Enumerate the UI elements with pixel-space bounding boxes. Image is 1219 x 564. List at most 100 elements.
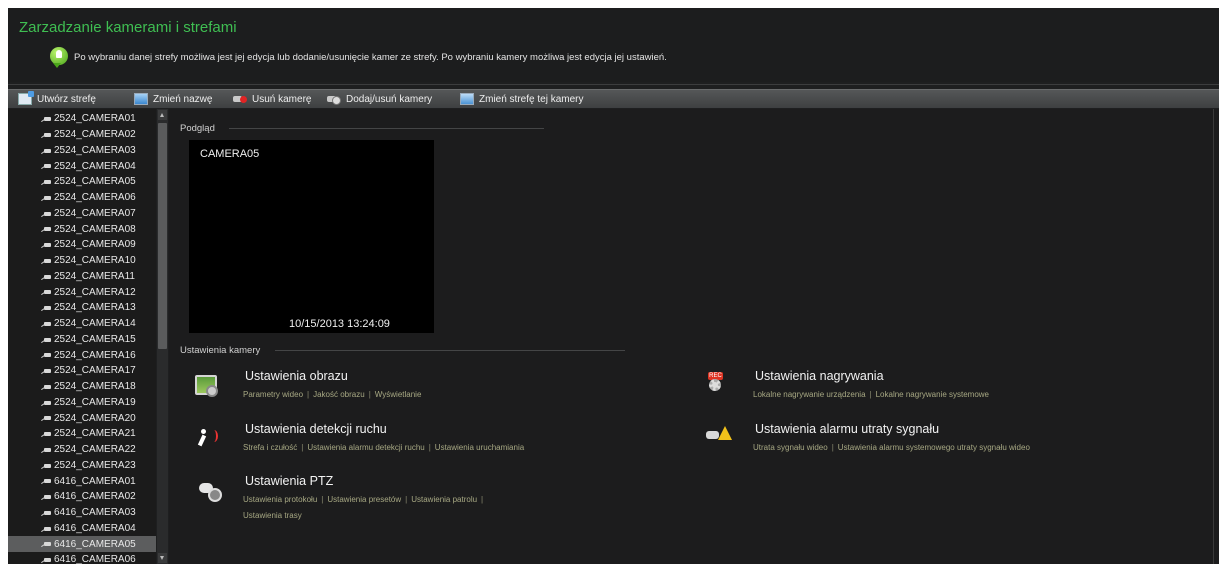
camera-label: 2524_CAMERA17: [54, 365, 136, 377]
protocol-settings-link[interactable]: Ustawienia protokołu: [243, 495, 317, 504]
camera-list-item[interactable]: 2524_CAMERA23: [8, 458, 156, 474]
motion-detection-title[interactable]: Ustawienia detekcji ruchu: [245, 422, 387, 436]
create-zone-button[interactable]: Utwórz strefę: [18, 91, 96, 106]
right-panel-edge: [1213, 109, 1219, 564]
camera-list-item[interactable]: 2524_CAMERA06: [8, 190, 156, 206]
info-bulb-icon: [50, 47, 68, 68]
delete-camera-button[interactable]: Usuń kamerę: [233, 92, 311, 106]
camera-label: 2524_CAMERA16: [54, 349, 136, 361]
camera-list-item[interactable]: 6416_CAMERA02: [8, 489, 156, 505]
patrol-settings-link[interactable]: Ustawienia patrolu: [411, 495, 477, 504]
camera-list-item[interactable]: 6416_CAMERA05: [8, 536, 156, 552]
trigger-settings-link[interactable]: Ustawienia uruchamiania: [435, 443, 524, 452]
camera-label: 2524_CAMERA01: [54, 113, 136, 125]
camera-icon: [41, 494, 51, 501]
camera-list-item[interactable]: 2524_CAMERA08: [8, 221, 156, 237]
camera-list-item[interactable]: 2524_CAMERA14: [8, 316, 156, 332]
camera-label: 2524_CAMERA08: [54, 223, 136, 235]
add-remove-cameras-label: Dodaj/usuń kamery: [346, 93, 433, 105]
preview-timestamp: 10/15/2013 13:24:09: [289, 318, 390, 330]
rename-button[interactable]: Zmień nazwę: [134, 92, 212, 106]
system-video-loss-alarm-link[interactable]: Ustawienia alarmu systemowego utraty syg…: [838, 443, 1030, 452]
image-quality-link[interactable]: Jakość obrazu: [313, 390, 365, 399]
camera-list-item[interactable]: 6416_CAMERA04: [8, 521, 156, 537]
camera-icon: [41, 337, 51, 344]
toolbar: Utwórz strefę Zmień nazwę Usuń kamerę Do…: [8, 89, 1219, 108]
camera-list-item[interactable]: 2524_CAMERA11: [8, 269, 156, 285]
camera-label: 2524_CAMERA11: [54, 270, 135, 282]
camera-list-item[interactable]: 6416_CAMERA06: [8, 552, 156, 564]
recording-settings-icon: REC: [705, 372, 727, 392]
camera-list-item[interactable]: 2524_CAMERA12: [8, 284, 156, 300]
camera-list-item[interactable]: 2524_CAMERA10: [8, 253, 156, 269]
camera-icon: [41, 211, 51, 218]
signal-loss-alarm-title[interactable]: Ustawienia alarmu utraty sygnału: [755, 422, 939, 436]
camera-label: 6416_CAMERA06: [54, 554, 136, 564]
camera-icon: [41, 226, 51, 233]
change-zone-button[interactable]: Zmień strefę tej kamery: [460, 92, 583, 106]
camera-list-item[interactable]: 2524_CAMERA20: [8, 410, 156, 426]
ptz-settings-title[interactable]: Ustawienia PTZ: [245, 474, 333, 488]
recording-settings-links: Lokalne nagrywanie urządzenia | Lokalne na…: [753, 390, 990, 399]
rename-icon: [134, 93, 148, 105]
camera-icon: [41, 384, 51, 391]
page-title: Zarzadzanie kamerami i strefami: [19, 19, 237, 36]
video-parameters-link[interactable]: Parametry wideo: [243, 390, 303, 399]
recording-settings-title[interactable]: Ustawienia nagrywania: [755, 369, 884, 383]
device-local-recording-link[interactable]: Lokalne nagrywanie urządzenia: [753, 390, 866, 399]
camera-list-item[interactable]: 6416_CAMERA03: [8, 505, 156, 521]
change-zone-label: Zmień strefę tej kamery: [479, 93, 584, 105]
camera-list-item[interactable]: 2524_CAMERA13: [8, 300, 156, 316]
camera-label: 2524_CAMERA12: [54, 286, 136, 298]
add-remove-cameras-button[interactable]: Dodaj/usuń kamery: [327, 92, 432, 106]
camera-icon: [41, 431, 51, 438]
system-local-recording-link[interactable]: Lokalne nagrywanie systemowe: [876, 390, 989, 399]
camera-list-item[interactable]: 6416_CAMERA01: [8, 473, 156, 489]
camera-list-item[interactable]: 2524_CAMERA22: [8, 442, 156, 458]
camera-label: 2524_CAMERA23: [54, 459, 136, 471]
camera-list-item[interactable]: 2524_CAMERA03: [8, 143, 156, 159]
zone-sensitivity-link[interactable]: Strefa i czułość: [243, 443, 297, 452]
camera-label: 2524_CAMERA06: [54, 192, 136, 204]
camera-list-item[interactable]: 2524_CAMERA18: [8, 379, 156, 395]
camera-list: 2524_CAMERA01 2524_CAMERA02 2524_CAMERA03 2…: [8, 111, 156, 564]
preview-section-label: Podgląd: [180, 123, 215, 134]
create-zone-label: Utwórz strefę: [37, 93, 96, 105]
camera-list-item[interactable]: 2524_CAMERA21: [8, 426, 156, 442]
signal-loss-alarm-icon: [706, 425, 732, 445]
camera-list-item[interactable]: 2524_CAMERA07: [8, 206, 156, 222]
scroll-thumb[interactable]: [158, 123, 167, 349]
delete-camera-label: Usuń kamerę: [252, 93, 312, 105]
camera-list-scrollbar[interactable]: [157, 109, 168, 564]
ptz-settings-links: Ustawienia protokołu | Ustawienia presetów…: [243, 495, 484, 520]
camera-preview[interactable]: CAMERA05 10/15/2013 13:24:09: [189, 140, 434, 333]
video-loss-link[interactable]: Utrata sygnału wideo: [753, 443, 828, 452]
camera-icon: [41, 179, 51, 186]
camera-zone-manager-window: Zarzadzanie kamerami i strefami Po wybra…: [8, 8, 1219, 564]
camera-label: 2524_CAMERA15: [54, 333, 136, 345]
route-settings-link[interactable]: Ustawienia trasy: [243, 511, 302, 520]
camera-list-item[interactable]: 2524_CAMERA02: [8, 127, 156, 143]
camera-list-item[interactable]: 2524_CAMERA16: [8, 347, 156, 363]
motion-alarm-settings-link[interactable]: Ustawienia alarmu detekcji ruchu: [307, 443, 424, 452]
scroll-down-arrow-icon[interactable]: [158, 553, 167, 563]
camera-label: 2524_CAMERA02: [54, 129, 136, 141]
camera-icon: [41, 352, 51, 359]
camera-list-item[interactable]: 2524_CAMERA19: [8, 395, 156, 411]
camera-icon: [41, 132, 51, 139]
camera-list-item[interactable]: 2524_CAMERA05: [8, 174, 156, 190]
camera-list-item[interactable]: 2524_CAMERA01: [8, 111, 156, 127]
camera-list-item[interactable]: 2524_CAMERA09: [8, 237, 156, 253]
camera-label: 2524_CAMERA09: [54, 239, 136, 251]
camera-list-item[interactable]: 2524_CAMERA15: [8, 332, 156, 348]
camera-label: 6416_CAMERA03: [54, 507, 136, 519]
image-settings-title[interactable]: Ustawienia obrazu: [245, 369, 348, 383]
camera-list-item[interactable]: 2524_CAMERA04: [8, 158, 156, 174]
display-link[interactable]: Wyświetlanie: [375, 390, 422, 399]
camera-label: 6416_CAMERA02: [54, 491, 136, 503]
camera-label: 6416_CAMERA05: [54, 538, 136, 550]
preset-settings-link[interactable]: Ustawienia presetów: [327, 495, 401, 504]
scroll-up-arrow-icon[interactable]: [158, 110, 167, 120]
camera-label: 2524_CAMERA03: [54, 144, 136, 156]
camera-list-item[interactable]: 2524_CAMERA17: [8, 363, 156, 379]
